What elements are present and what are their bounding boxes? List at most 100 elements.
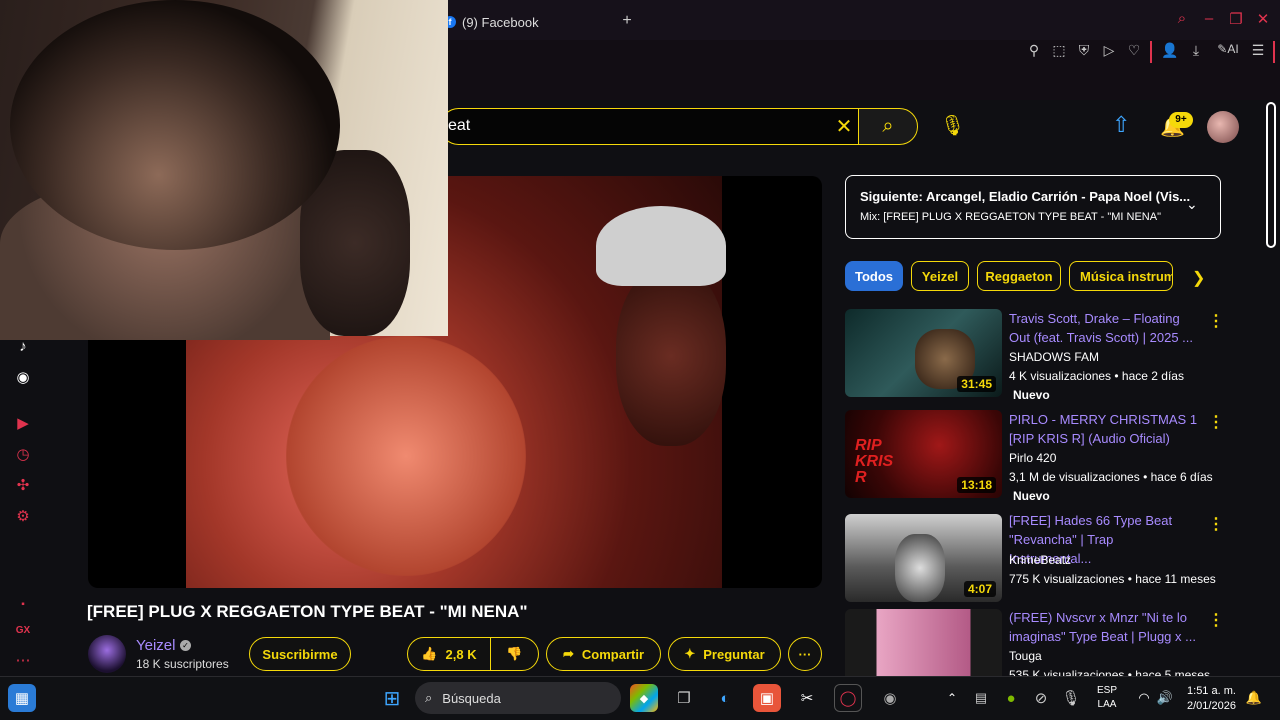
ai-button[interactable]: ✎AI — [1211, 42, 1245, 56]
new-badge: Nuevo — [1013, 489, 1050, 503]
microphone-icon[interactable]: 🎙 — [940, 113, 965, 138]
thumbs-down-icon: 👎 — [506, 646, 523, 661]
settings-icon[interactable]: ⚙ — [12, 506, 34, 528]
subscribe-label: Suscribirme — [262, 646, 338, 662]
copilot-icon[interactable]: ◆ — [630, 684, 658, 712]
up-next-title: Siguiente: Arcangel, Eladio Carrión - Pa… — [860, 189, 1191, 204]
rec-options-icon[interactable]: ⋮ — [1208, 311, 1224, 331]
search-button[interactable]: ⌕ — [858, 108, 918, 145]
chip-yeizel[interactable]: Yeizel — [911, 261, 969, 291]
channel-avatar[interactable] — [88, 635, 126, 673]
rec-title[interactable]: Travis Scott, Drake – Floating Out (feat… — [1009, 309, 1199, 347]
toolbar-divider — [1150, 41, 1152, 63]
share-button[interactable]: ➦ Compartir — [546, 637, 661, 671]
taskbar-search-placeholder: Búsqueda — [442, 690, 501, 706]
extensions-icon[interactable]: ✣ — [12, 475, 34, 497]
chevron-down-icon[interactable]: ⌄ — [1186, 196, 1198, 213]
rec-title[interactable]: (FREE) Nvscvr x Mnzr "Ni te lo imaginas"… — [1009, 608, 1199, 646]
dislike-button[interactable]: 👎 — [490, 637, 539, 671]
chip-musica-instrumental[interactable]: Música instrum — [1069, 261, 1173, 291]
rec-thumbnail[interactable]: 31:45 — [845, 309, 1002, 397]
rec-options-icon[interactable]: ⋮ — [1208, 514, 1224, 534]
rec-meta: 535 K visualizaciones • hace 5 meses — [1009, 668, 1210, 676]
more-actions-button[interactable]: ··· — [788, 637, 822, 671]
rec-thumbnail[interactable]: RIP KRIS R 13:18 — [845, 410, 1002, 498]
new-badge: Nuevo — [1013, 388, 1050, 402]
heart-icon[interactable]: ♡ — [1124, 42, 1144, 59]
discord-icon[interactable]: ◉ — [12, 367, 34, 389]
sparkle-icon: ✦ — [684, 646, 696, 661]
tray-mic-icon[interactable]: 🎙 — [1057, 684, 1085, 712]
task-view-icon[interactable]: ❐ — [670, 684, 698, 712]
verified-icon: ✓ — [180, 640, 191, 651]
download-icon[interactable]: ⤓ — [1186, 42, 1206, 59]
player-icon[interactable]: ▶ — [12, 413, 34, 435]
language-indicator[interactable]: ESP LAA — [1097, 684, 1117, 712]
video-scene-person — [616, 266, 726, 446]
play-icon[interactable]: ▷ — [1099, 42, 1119, 59]
clock[interactable]: 1:51 a. m. 2/01/2026 — [1187, 684, 1236, 714]
new-tab-button[interactable]: + — [618, 12, 636, 30]
rec-options-icon[interactable]: ⋮ — [1208, 610, 1224, 630]
rec-options-icon[interactable]: ⋮ — [1208, 412, 1224, 432]
up-next-panel[interactable] — [845, 175, 1221, 239]
obs-icon[interactable]: ◉ — [876, 684, 904, 712]
sidebar-more-icon[interactable]: ⋯ — [12, 650, 34, 672]
notifications-icon[interactable]: 🔔 — [1240, 684, 1268, 712]
tab-title: (9) Facebook — [462, 14, 539, 30]
minimize-icon[interactable]: – — [1198, 10, 1220, 27]
channel-name[interactable]: Yeizel — [136, 637, 175, 654]
pin-icon[interactable]: ⚲ — [1024, 42, 1044, 59]
chevron-right-icon[interactable]: ❯ — [1192, 268, 1205, 288]
rec-thumbnail[interactable] — [845, 609, 1002, 676]
user-avatar[interactable] — [1207, 111, 1239, 143]
tray-muted-icon[interactable]: ⊘ — [1027, 684, 1055, 712]
search-input[interactable] — [440, 108, 860, 145]
video-duration: 4:07 — [963, 581, 996, 597]
gx-corner-icon[interactable]: GX — [12, 620, 34, 642]
widgets-icon[interactable]: ▦ — [8, 684, 36, 712]
language-code: ESP — [1097, 685, 1118, 696]
edge-icon[interactable]: ◐ — [711, 684, 739, 712]
ai-label: AI — [1227, 42, 1239, 56]
ask-button[interactable]: ✦ Preguntar — [668, 637, 781, 671]
profile-icon[interactable]: 👤 — [1160, 42, 1180, 59]
page-scrollbar[interactable] — [1266, 102, 1276, 248]
capcut-icon[interactable]: ✂ — [793, 684, 821, 712]
webcam-overlay — [0, 0, 448, 340]
toolbar-edge — [1273, 41, 1275, 63]
thumb-person — [895, 534, 945, 602]
notifications-badge: 9+ — [1169, 112, 1193, 128]
history-icon[interactable]: ◷ — [12, 444, 34, 466]
volume-icon[interactable]: 🔊 — [1151, 684, 1179, 712]
tray-app-icon[interactable]: ▤ — [967, 684, 995, 712]
rec-thumbnail[interactable]: 4:07 — [845, 514, 1002, 602]
video-duration: 13:18 — [957, 477, 996, 493]
start-icon[interactable]: ⊞ — [378, 684, 406, 712]
search-input-value: eat — [448, 117, 471, 134]
opera-gx-icon[interactable]: ◯ — [834, 684, 862, 712]
upload-icon[interactable]: ⇧ — [1112, 112, 1130, 138]
close-icon[interactable]: ✕ — [1252, 10, 1274, 28]
snapshot-icon[interactable]: ⬚ — [1049, 42, 1069, 59]
rec-channel[interactable]: SHADOWS FAM — [1009, 350, 1099, 364]
app-icon[interactable]: ▣ — [753, 684, 781, 712]
chip-todos[interactable]: Todos — [845, 261, 903, 291]
taskbar-search-input[interactable]: ⌕ Búsqueda — [415, 682, 621, 714]
rec-channel[interactable]: KrimeBeatz — [1009, 553, 1071, 567]
tab-facebook[interactable]: f (9) Facebook — [444, 12, 539, 32]
rec-title[interactable]: PIRLO - MERRY CHRISTMAS 1 [RIP KRIS R] (… — [1009, 410, 1199, 448]
search-tabs-icon[interactable]: ⌕ — [1171, 10, 1193, 27]
rec-channel[interactable]: Pirlo 420 — [1009, 451, 1056, 465]
menu-icon[interactable]: ☰ — [1248, 42, 1268, 59]
subscribe-button[interactable]: Suscribirme — [249, 637, 351, 671]
thumbs-up-icon: 👍 — [421, 646, 438, 661]
clear-search-icon[interactable]: ✕ — [832, 114, 856, 139]
restore-icon[interactable]: ❐ — [1225, 10, 1247, 28]
like-button[interactable]: 👍 2,8 K — [407, 637, 491, 671]
tray-status-icon[interactable]: ● — [997, 684, 1025, 712]
adblock-icon[interactable]: ⛨ — [1074, 42, 1094, 59]
chip-reggaeton[interactable]: Reggaeton — [977, 261, 1061, 291]
rec-channel[interactable]: Touga — [1009, 649, 1042, 663]
chevron-up-icon[interactable]: ⌃ — [938, 684, 966, 712]
